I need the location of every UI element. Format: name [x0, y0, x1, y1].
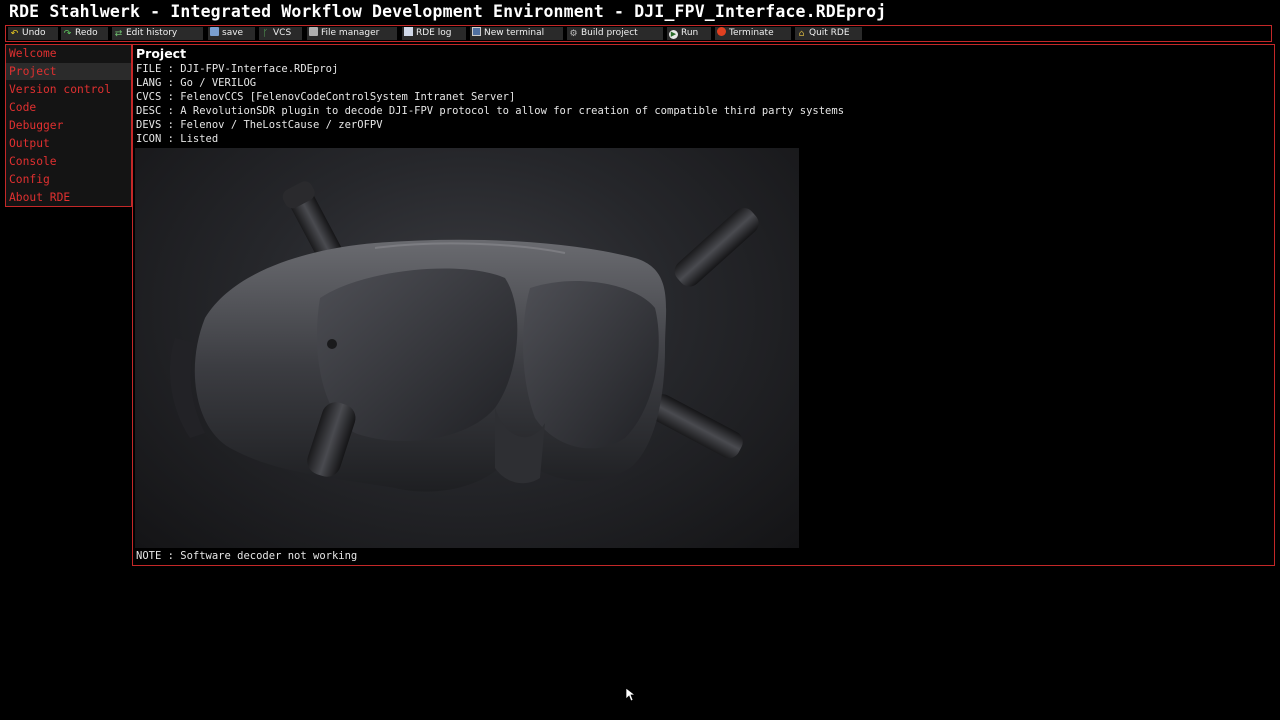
save-button[interactable]: save [208, 27, 256, 40]
file-manager-button[interactable]: File manager [307, 27, 398, 40]
floppy-icon [210, 27, 219, 36]
redo-icon: ↷ [63, 29, 72, 39]
window-title: RDE Stahlwerk - Integrated Workflow Deve… [9, 2, 887, 21]
terminate-button[interactable]: Terminate [715, 27, 792, 40]
icon-line: ICON : Listed [136, 133, 219, 145]
run-button[interactable]: ▶ Run [667, 27, 712, 40]
printer-icon [309, 27, 318, 36]
sidebar-item-debugger[interactable]: Debugger [6, 117, 131, 134]
new-terminal-button[interactable]: New terminal [470, 27, 564, 40]
sidebar-item-project[interactable]: Project [6, 63, 131, 80]
sidebar-item-output[interactable]: Output [6, 135, 131, 152]
cvcs-line: CVCS : FelenovCCS [FelenovCodeControlSys… [136, 91, 516, 103]
file-line: FILE : DJI-FPV-Interface.RDEproj [136, 63, 339, 75]
run-icon: ▶ [669, 30, 678, 39]
sidebar-item-version-control[interactable]: Version control [6, 81, 131, 98]
sidebar-item-about-rde[interactable]: About RDE [6, 189, 131, 206]
stop-icon [717, 27, 726, 36]
sidebar: Welcome Project Version control Code Deb… [5, 44, 132, 207]
lang-line: LANG : Go / VERILOG [136, 77, 257, 89]
sidebar-item-welcome[interactable]: Welcome [6, 45, 131, 62]
undo-icon: ↶ [10, 29, 19, 39]
log-icon [404, 27, 413, 36]
undo-button[interactable]: ↶ Undo [8, 27, 59, 40]
fpv-goggles-illustration [170, 181, 759, 492]
toolbar: ↶ Undo ↷ Redo ⇄ Edit history save ᚴ VCS File… [5, 25, 1272, 42]
redo-button[interactable]: ↷ Redo [61, 27, 109, 40]
edit-history-button[interactable]: ⇄ Edit history [112, 27, 204, 40]
rde-log-button[interactable]: RDE log [402, 27, 467, 40]
project-icon-image [135, 148, 799, 548]
vcs-button[interactable]: ᚴ VCS [259, 27, 303, 40]
quit-button[interactable]: ⌂ Quit RDE [795, 27, 863, 40]
project-panel: Project FILE : DJI-FPV-Interface.RDEproj… [132, 44, 1275, 566]
panel-title: Project [136, 46, 187, 61]
history-icon: ⇄ [114, 29, 123, 39]
build-project-button[interactable]: ⚙ Build project [567, 27, 664, 40]
gear-icon: ⚙ [569, 29, 578, 39]
branch-icon: ᚴ [262, 29, 269, 39]
devs-line: DEVS : Felenov / TheLostCause / zerOFPV [136, 119, 383, 131]
sidebar-item-code[interactable]: Code [6, 99, 131, 116]
mouse-cursor-icon [626, 688, 636, 702]
desc-line: DESC : A RevolutionSDR plugin to decode … [136, 105, 845, 117]
exit-icon: ⌂ [798, 29, 805, 39]
terminal-icon [472, 27, 481, 36]
note-line: NOTE : Software decoder not working [136, 550, 358, 562]
sidebar-item-console[interactable]: Console [6, 153, 131, 170]
sidebar-item-config[interactable]: Config [6, 171, 131, 188]
